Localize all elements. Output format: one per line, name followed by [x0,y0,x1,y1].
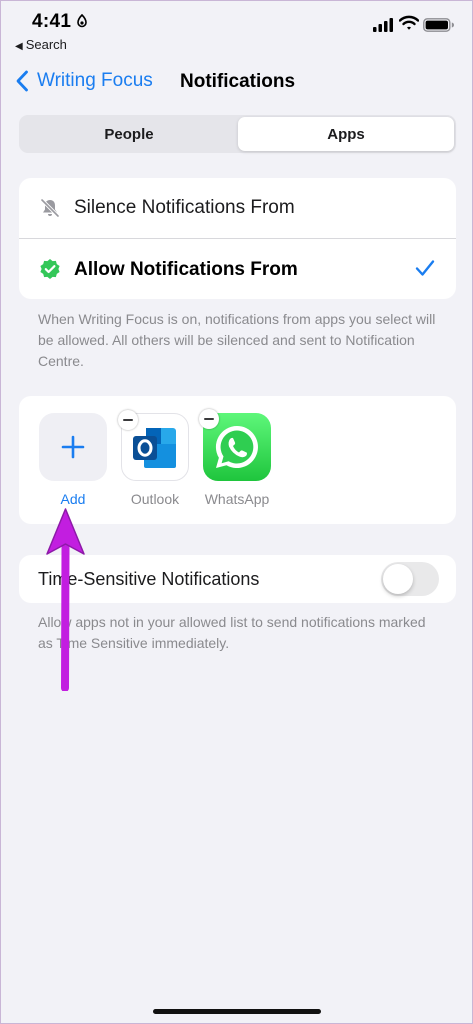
segment-people[interactable]: People [21,117,237,151]
whatsapp-app-tile[interactable] [199,409,271,481]
verified-check-badge-icon [40,259,60,279]
back-triangle-icon: ◀ [15,41,23,52]
battery-icon [423,18,454,32]
add-app-button[interactable] [39,413,107,481]
whatsapp-app-label: WhatsApp [204,491,270,507]
page-title: Notifications [180,71,296,92]
allowed-app-outlook: Outlook [118,410,191,507]
chevron-left-icon [16,70,28,92]
allow-notifications-option[interactable]: Allow Notifications From [19,239,456,299]
remove-outlook-button[interactable] [118,410,138,430]
wifi-icon [399,15,419,30]
focus-mode-icon [77,14,87,28]
segment-apps[interactable]: Apps [238,117,454,151]
remove-whatsapp-button[interactable] [199,409,219,429]
checkmark-icon [415,260,435,276]
status-bar: 4:41 ◀ Search [1,1,472,57]
allow-mode-footnote: When Writing Focus is on, notifications … [38,311,436,369]
allowed-apps-card: Add Outlook WhatsApp [19,396,456,524]
outlook-app-tile[interactable] [118,410,189,481]
status-time: 4:41 [32,11,72,32]
add-app-label: Add [60,491,86,507]
outlook-app-label: Outlook [130,491,180,507]
home-indicator[interactable] [153,1009,321,1014]
allow-notifications-label: Allow Notifications From [74,259,298,280]
back-app-label: Search [25,37,67,52]
silence-notifications-option[interactable]: Silence Notifications From [19,178,456,238]
back-button[interactable]: Writing Focus [15,70,153,92]
notification-mode-card: Silence Notifications From Allow Notific… [19,178,456,299]
people-apps-segmented-control: People Apps [19,115,456,153]
allowed-app-whatsapp: WhatsApp [199,409,273,507]
cellular-signal-icon [373,18,393,32]
add-app-item: Add [39,413,109,507]
plus-icon [61,435,85,459]
annotation-arrow-icon [46,508,85,691]
time-sensitive-footnote: Allow apps not in your allowed list to s… [38,614,426,651]
silence-notifications-label: Silence Notifications From [74,197,295,218]
toggle-knob [383,564,413,594]
back-button-label: Writing Focus [37,70,153,91]
bell-slash-icon [40,198,60,218]
time-sensitive-toggle[interactable] [381,562,439,596]
navigation-bar: Writing Focus Notifications [1,61,472,101]
back-to-app-link[interactable]: ◀ Search [15,37,67,52]
